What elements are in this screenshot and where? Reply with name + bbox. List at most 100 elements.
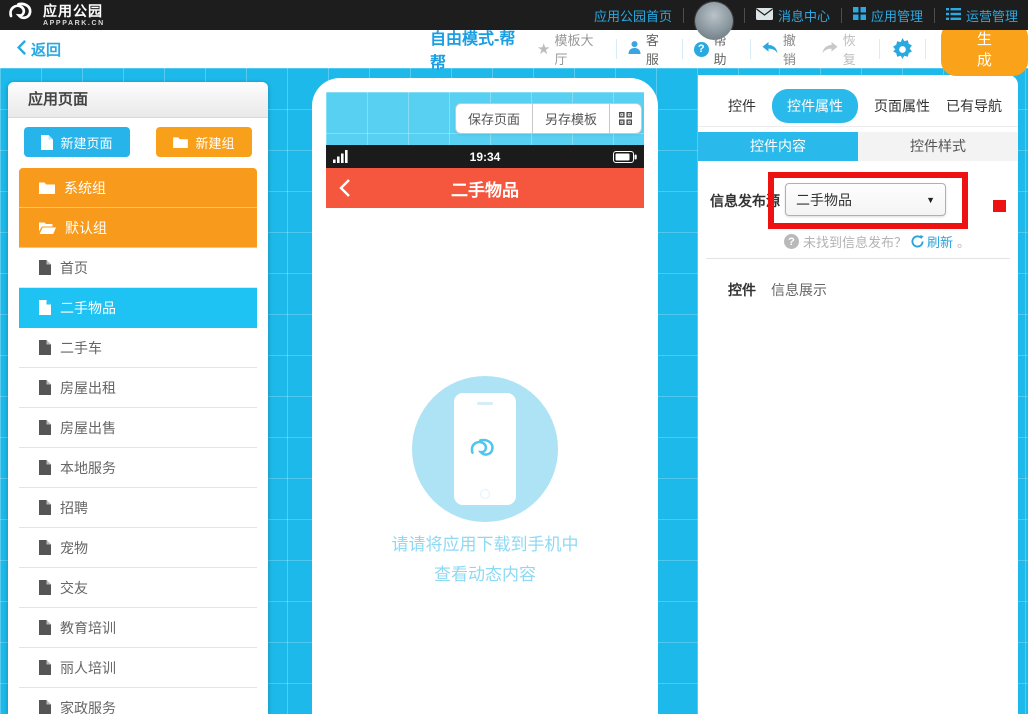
file-icon — [39, 500, 51, 515]
page-row-house-rent[interactable]: 房屋出租 — [19, 368, 257, 408]
phone-status-bar: 19:34 — [326, 145, 644, 168]
save-page-button[interactable]: 保存页面 — [456, 104, 533, 133]
star-icon: ★ — [537, 40, 550, 58]
divider — [750, 39, 751, 59]
file-icon — [39, 580, 51, 595]
folder-closed-icon — [39, 181, 55, 194]
divider — [879, 39, 880, 59]
list-icon — [946, 8, 961, 23]
page-row-education[interactable]: 教育培训 — [19, 608, 257, 648]
top-link-ops-manage[interactable]: 运营管理 — [946, 6, 1018, 25]
annotation-red-box — [768, 172, 968, 229]
apppark-logo: 应用公园 APPPARK.CN — [8, 2, 105, 28]
page-row-beauty-training[interactable]: 丽人培训 — [19, 648, 257, 688]
divider — [925, 39, 926, 59]
preview-actions: 保存页面 另存模板 — [455, 103, 642, 134]
download-illustration — [412, 376, 558, 522]
top-nav-bar: 应用公园 APPPARK.CN 应用公园首页 消息中心 应用管理 运营管理 — [0, 0, 1028, 30]
widget-value: 信息展示 — [771, 280, 827, 300]
status-time: 19:34 — [326, 150, 644, 164]
redo-icon — [822, 42, 838, 57]
file-icon — [39, 260, 51, 275]
widget-subtabs: 控件内容 控件样式 — [698, 132, 1018, 161]
mail-icon — [756, 8, 773, 23]
properties-panel: 控件 控件属性 页面属性 已有导航 控件内容 控件样式 信息发布源 二手物品 ▼… — [698, 75, 1018, 714]
top-link-app-manage[interactable]: 应用管理 — [853, 6, 923, 25]
page-row-local-service[interactable]: 本地服务 — [19, 448, 257, 488]
undo-button[interactable]: 撤销 — [762, 30, 808, 68]
top-link-home[interactable]: 应用公园首页 — [594, 6, 672, 25]
group-row-default[interactable]: 默认组 — [19, 208, 257, 248]
pages-panel-title: 应用页面 — [8, 82, 268, 118]
logo-subtitle: APPPARK.CN — [43, 20, 105, 27]
divider — [841, 8, 842, 23]
mini-phone-icon — [454, 393, 516, 505]
new-page-button[interactable]: 新建页面 — [24, 127, 130, 157]
undo-icon — [762, 42, 778, 57]
tab-widget-properties[interactable]: 控件属性 — [772, 89, 858, 123]
pages-list: 系统组 默认组 首页 二手物品 二手车 房屋出租 房屋出售 本地服务 招聘 宠物… — [19, 168, 257, 714]
logo-swirl-icon — [8, 2, 38, 28]
divider — [683, 8, 684, 23]
save-as-template-button[interactable]: 另存模板 — [533, 104, 610, 133]
editor-workspace: 应用页面 新建页面 新建组 系统组 默认组 首页 二手物品 二手车 房屋出 — [0, 68, 1028, 714]
page-row-secondhand-goods[interactable]: 二手物品 — [19, 288, 257, 328]
back-chevron-icon — [16, 40, 26, 59]
user-avatar[interactable] — [695, 2, 733, 40]
signal-icon — [333, 150, 350, 163]
page-row-house-sale[interactable]: 房屋出售 — [19, 408, 257, 448]
file-icon — [39, 660, 51, 675]
app-page-header: 二手物品 — [326, 168, 644, 208]
editor-toolbar: 返回 自由模式-帮帮 ★ 模板大厅 客服 ? 帮助 撤销 恢复 — [0, 30, 1028, 68]
file-icon — [39, 300, 51, 315]
page-row-used-car[interactable]: 二手车 — [19, 328, 257, 368]
page-row-home[interactable]: 首页 — [19, 248, 257, 288]
divider — [706, 258, 1010, 259]
app-page-body: 请请将应用下载到手机中 查看动态内容 — [326, 208, 644, 714]
not-found-text: 未找到信息发布？ — [803, 232, 907, 251]
refresh-link[interactable]: 刷新 — [911, 232, 953, 251]
tab-existing-nav[interactable]: 已有导航 — [946, 96, 1002, 116]
phone-preview-frame: 保存页面 另存模板 19:34 二手物品 — [312, 78, 658, 714]
refresh-icon — [911, 235, 924, 248]
top-link-messages[interactable]: 消息中心 — [756, 6, 830, 25]
source-help-row: ? 未找到信息发布？ 刷新 。 — [784, 232, 970, 251]
app-back-icon[interactable] — [339, 178, 351, 203]
current-widget-row: 控件 信息展示 — [728, 280, 827, 300]
page-title: 自由模式-帮帮 — [430, 25, 529, 73]
widget-label: 控件 — [728, 280, 756, 300]
period-text: 。 — [957, 232, 970, 251]
settings-gear-icon[interactable] — [891, 38, 914, 61]
page-row-dating[interactable]: 交友 — [19, 568, 257, 608]
group-row-system[interactable]: 系统组 — [19, 168, 257, 208]
file-icon — [39, 620, 51, 635]
divider — [682, 39, 683, 59]
question-icon: ? — [694, 42, 709, 57]
back-button[interactable]: 返回 — [16, 39, 61, 60]
file-icon — [39, 700, 51, 714]
tab-page-properties[interactable]: 页面属性 — [874, 96, 930, 116]
subtab-widget-content[interactable]: 控件内容 — [698, 132, 858, 161]
file-icon — [39, 340, 51, 355]
qr-code-button[interactable] — [610, 104, 641, 133]
file-icon — [39, 460, 51, 475]
folder-open-icon — [39, 221, 56, 234]
redo-button[interactable]: 恢复 — [822, 30, 868, 68]
divider — [616, 39, 617, 59]
page-row-jobs[interactable]: 招聘 — [19, 488, 257, 528]
file-icon — [39, 420, 51, 435]
new-group-button[interactable]: 新建组 — [156, 127, 252, 157]
grid-icon — [853, 7, 866, 23]
file-icon — [39, 380, 51, 395]
subtab-widget-style[interactable]: 控件样式 — [858, 132, 1018, 161]
person-icon — [628, 41, 641, 57]
tab-widgets[interactable]: 控件 — [728, 96, 756, 116]
pages-panel: 应用页面 新建页面 新建组 系统组 默认组 首页 二手物品 二手车 房屋出 — [8, 82, 268, 714]
divider — [934, 8, 935, 23]
question-icon: ? — [784, 234, 799, 249]
customer-service-button[interactable]: 客服 — [628, 30, 671, 68]
phone-screen: 19:34 二手物品 请请将应用下载到手机中 查看动态内容 — [326, 145, 644, 714]
page-row-housekeeping[interactable]: 家政服务 — [19, 688, 257, 714]
page-row-pets[interactable]: 宠物 — [19, 528, 257, 568]
template-hall-button[interactable]: ★ 模板大厅 — [537, 30, 605, 68]
